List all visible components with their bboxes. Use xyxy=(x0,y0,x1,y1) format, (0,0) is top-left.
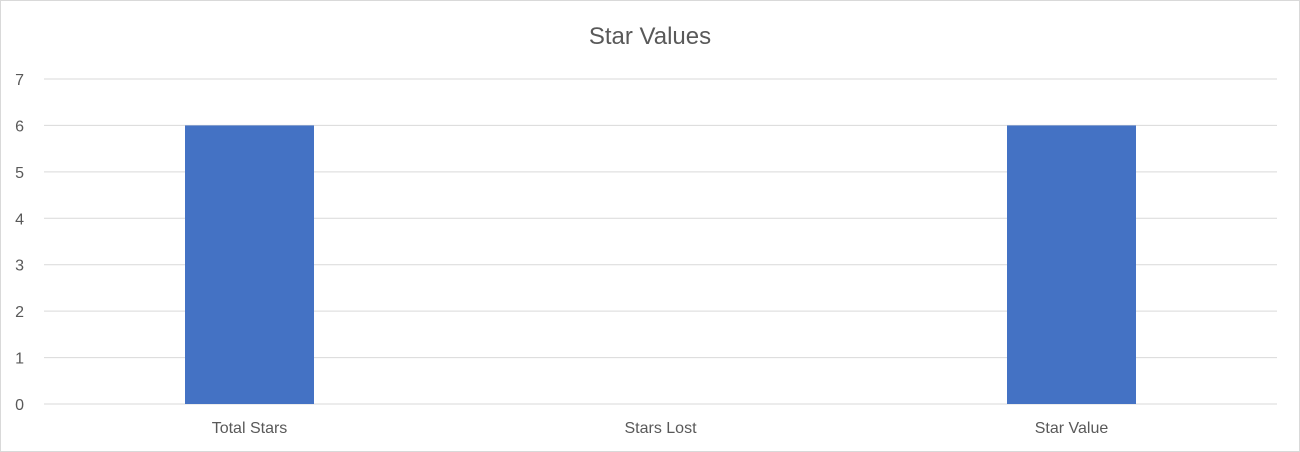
x-tick-label: Star Value xyxy=(1035,420,1109,437)
y-axis-tick-labels: 0 1 2 3 4 5 6 7 xyxy=(15,72,24,414)
y-tick-label: 1 xyxy=(15,351,24,368)
bar xyxy=(185,125,314,404)
y-tick-label: 5 xyxy=(15,165,24,182)
plot-area: 0 1 2 3 4 5 6 7 Total Stars Stars Lost Star Value xyxy=(15,72,1277,437)
x-tick-label: Total Stars xyxy=(212,420,288,437)
y-tick-label: 0 xyxy=(15,397,24,414)
y-tick-label: 3 xyxy=(15,258,24,275)
y-tick-label: 4 xyxy=(15,211,24,228)
x-tick-label: Stars Lost xyxy=(624,420,697,437)
bar xyxy=(1007,125,1136,404)
x-axis-tick-labels: Total Stars Stars Lost Star Value xyxy=(212,420,1109,437)
y-tick-label: 6 xyxy=(15,118,24,135)
chart-frame: Star Values 01234567 Total Stars Stars Lo… xyxy=(0,0,1300,452)
y-tick-label: 2 xyxy=(15,304,24,321)
y-tick-label: 7 xyxy=(15,72,24,89)
